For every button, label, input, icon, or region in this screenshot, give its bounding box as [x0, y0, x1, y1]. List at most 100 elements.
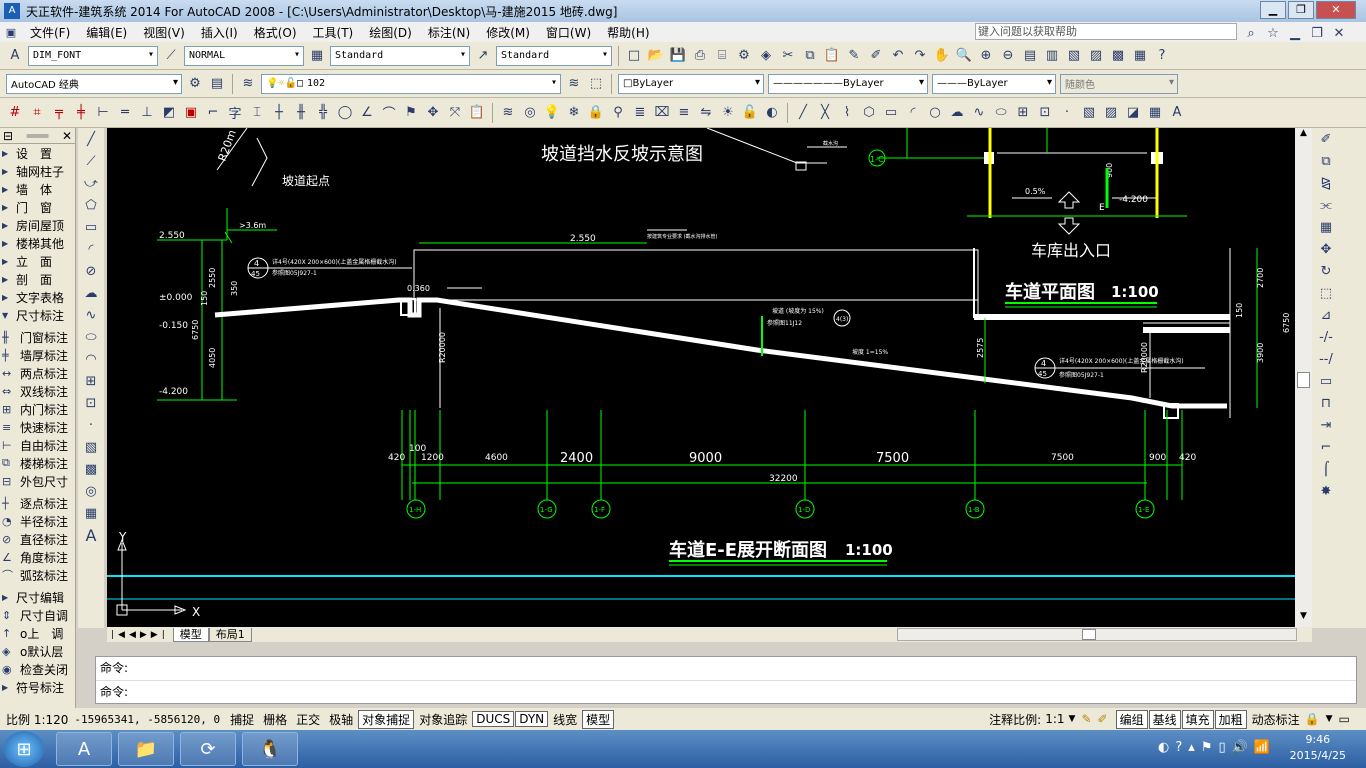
- column-icon[interactable]: ╪: [71, 103, 91, 123]
- axis-grid-icon[interactable]: #: [5, 103, 25, 123]
- axis-tag-icon[interactable]: ╤: [49, 103, 69, 123]
- dynamic-dim-toggle[interactable]: 动态标注: [1248, 710, 1304, 729]
- browser-taskbar-icon[interactable]: ⟳: [180, 732, 236, 766]
- hatch-tool-icon[interactable]: ▧: [81, 437, 101, 457]
- construction-line-icon[interactable]: ⟋: [81, 151, 101, 171]
- layer-lock2-icon[interactable]: 🔒: [586, 103, 606, 123]
- polygon-icon[interactable]: ⬠: [81, 195, 101, 215]
- linetype-select[interactable]: ——————— ByLayer: [768, 73, 928, 94]
- menu-format[interactable]: 格式(O): [246, 24, 305, 41]
- calculator-icon[interactable]: ▦: [1130, 46, 1150, 66]
- spline-icon[interactable]: ∿: [81, 305, 101, 325]
- panel-item-3[interactable]: ▶ 门 窗: [0, 198, 75, 216]
- dim-angle-icon[interactable]: ∠: [357, 103, 377, 123]
- layer-match-icon[interactable]: ≡: [674, 103, 694, 123]
- fill-toggle[interactable]: 填充: [1181, 709, 1214, 729]
- menu-dimension[interactable]: 标注(N): [420, 24, 478, 41]
- tool-palettes-icon[interactable]: ▧: [1064, 46, 1084, 66]
- draw-xline-icon[interactable]: ╳: [815, 103, 835, 123]
- layer-tool-icon[interactable]: ⚑: [401, 103, 421, 123]
- circle-icon[interactable]: ⊘: [81, 261, 101, 281]
- color-select[interactable]: □ ByLayer: [618, 73, 764, 94]
- panel-item-20[interactable]: ◔ 半径标注: [0, 512, 75, 530]
- panel-item-27[interactable]: ◈ o默认层: [0, 642, 75, 660]
- command-window[interactable]: 命令: 命令:: [95, 656, 1357, 704]
- text-edit-icon[interactable]: ⌶: [247, 103, 267, 123]
- horizontal-scrollbar[interactable]: [897, 628, 1297, 641]
- properties-icon[interactable]: ▤: [1020, 46, 1040, 66]
- extend-icon[interactable]: --/: [1316, 349, 1336, 369]
- document-icon[interactable]: ▣: [1, 22, 21, 42]
- panel-item-7[interactable]: ▶ 剖 面: [0, 270, 75, 288]
- dim-icon[interactable]: ┼: [269, 103, 289, 123]
- model-toggle[interactable]: 模型: [582, 709, 615, 729]
- dim-chain-icon[interactable]: ╫: [291, 103, 311, 123]
- polyline-icon[interactable]: ⤻: [81, 173, 101, 193]
- panel-item-24[interactable]: ▶ 尺寸编辑: [0, 588, 75, 606]
- panel-item-0[interactable]: ▶ 设 置: [0, 144, 75, 162]
- star-icon[interactable]: ☆: [1263, 23, 1283, 43]
- layer-states-icon[interactable]: ≋: [498, 103, 518, 123]
- layer-change-icon[interactable]: ⇋: [696, 103, 716, 123]
- menu-help[interactable]: 帮助(H): [599, 24, 657, 41]
- group-toggle[interactable]: 编组: [1115, 709, 1148, 729]
- insert-block-icon[interactable]: ⊞: [1013, 103, 1033, 123]
- undo-icon[interactable]: ↶: [888, 46, 908, 66]
- move-icon[interactable]: ✥: [423, 103, 443, 123]
- start-button[interactable]: ⊞: [4, 731, 44, 767]
- gradient-icon[interactable]: ▨: [1101, 103, 1121, 123]
- workspace-select[interactable]: AutoCAD 经典: [6, 73, 182, 94]
- draw-rect-icon[interactable]: ▭: [881, 103, 901, 123]
- window-icon[interactable]: ▣: [181, 103, 201, 123]
- make-block-icon[interactable]: ⊡: [1035, 103, 1055, 123]
- cursor-coordinates[interactable]: -15965341, -5856120, 0: [74, 713, 220, 726]
- panel-item-11[interactable]: ╪ 墙厚标注: [0, 346, 75, 364]
- region-icon[interactable]: ◪: [1123, 103, 1143, 123]
- stretch-icon[interactable]: ⤧: [445, 103, 465, 123]
- layer-on2-icon[interactable]: ◐: [762, 103, 782, 123]
- preview-icon[interactable]: ⌸: [712, 46, 732, 66]
- point-icon[interactable]: ·: [1057, 103, 1077, 123]
- menu-window[interactable]: 窗口(W): [538, 24, 599, 41]
- panel-item-10[interactable]: ╫ 门窗标注: [0, 328, 75, 346]
- snap-toggle[interactable]: 捕捉: [226, 710, 258, 729]
- copy-object-icon[interactable]: ⧉: [1316, 151, 1336, 171]
- sheet-set-icon[interactable]: ▨: [1086, 46, 1106, 66]
- dim-arc-icon[interactable]: ⌒: [379, 103, 399, 123]
- panel-collapse-icon[interactable]: ⊟: [3, 129, 13, 143]
- scroll-down-button[interactable]: ▼: [1295, 611, 1312, 627]
- table-style-select[interactable]: Standard: [330, 45, 470, 66]
- layer-walk-icon[interactable]: ⚲: [608, 103, 628, 123]
- layer-manager-icon[interactable]: ≋: [238, 74, 258, 94]
- draw-circle-icon[interactable]: ○: [925, 103, 945, 123]
- cut-icon[interactable]: ✂: [778, 46, 798, 66]
- panel-item-13[interactable]: ⇔ 双线标注: [0, 382, 75, 400]
- door-icon[interactable]: ◩: [159, 103, 179, 123]
- command-input-line[interactable]: 命令:: [96, 681, 1356, 705]
- status-menu-icon[interactable]: ▼: [1326, 714, 1333, 724]
- help-search-input[interactable]: 键入问题以获取帮助: [975, 23, 1237, 40]
- polar-toggle[interactable]: 极轴: [325, 710, 357, 729]
- dim-style-select[interactable]: DIM_FONT: [28, 45, 158, 66]
- text-icon[interactable]: 字: [225, 103, 245, 123]
- match-properties-icon[interactable]: ✎: [844, 46, 864, 66]
- break-point-icon[interactable]: ▭: [1316, 371, 1336, 391]
- panel-item-26[interactable]: ↑ o上 调: [0, 624, 75, 642]
- gradient-tool-icon[interactable]: ▩: [81, 459, 101, 479]
- autocad-taskbar-icon[interactable]: A: [56, 732, 112, 766]
- plotstyle-select[interactable]: 随颜色: [1060, 73, 1178, 94]
- hscroll-thumb[interactable]: [1082, 629, 1096, 640]
- panel-item-29[interactable]: ▶ 符号标注: [0, 678, 75, 696]
- trim-icon[interactable]: -/-: [1316, 327, 1336, 347]
- 3d-icon[interactable]: ◈: [756, 46, 776, 66]
- dimension-icon[interactable]: ⊢: [93, 103, 113, 123]
- doc-minimize-button[interactable]: ▁: [1285, 23, 1305, 43]
- scroll-up-button[interactable]: ▲: [1295, 128, 1312, 144]
- menu-file[interactable]: 文件(F): [22, 24, 78, 41]
- panel-item-5[interactable]: ▶ 楼梯其他: [0, 234, 75, 252]
- menu-edit[interactable]: 编辑(E): [78, 24, 135, 41]
- print-icon[interactable]: ⎙: [690, 46, 710, 66]
- layer-freeze2-icon[interactable]: ❄: [564, 103, 584, 123]
- mtext-icon[interactable]: A: [1167, 103, 1187, 123]
- vertical-scrollbar[interactable]: ▲ ▼: [1295, 128, 1312, 627]
